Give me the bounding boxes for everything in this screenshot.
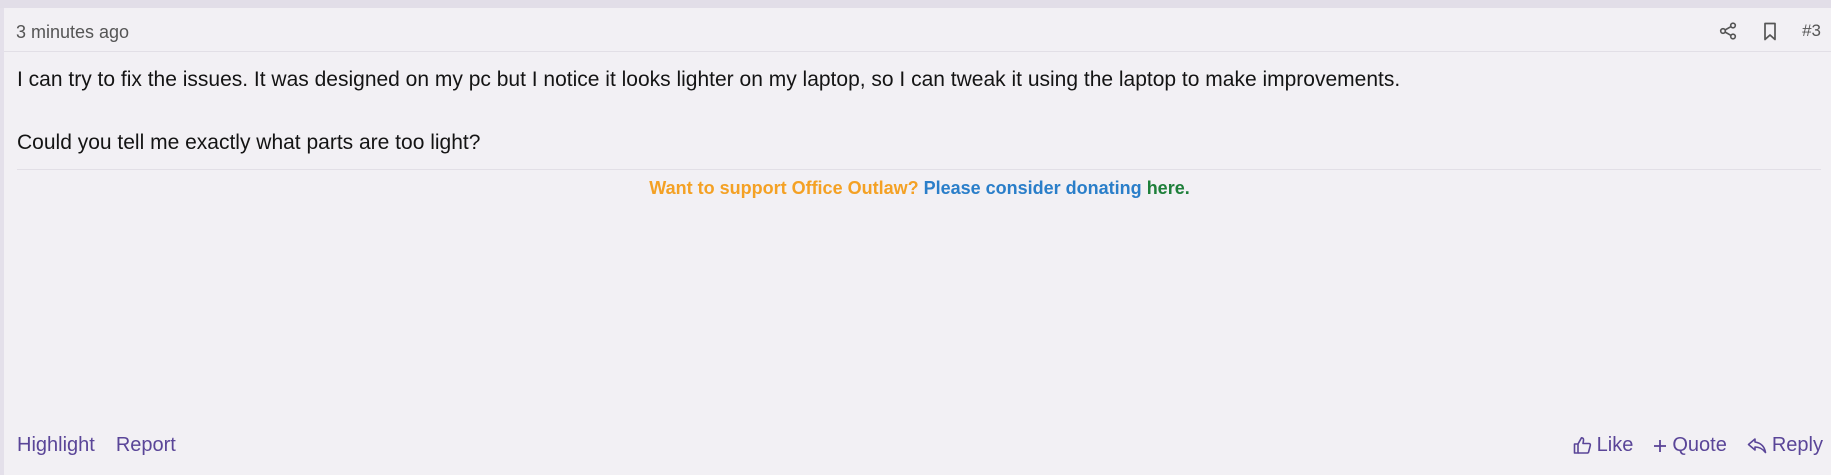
like-button[interactable]: Like xyxy=(1573,434,1634,457)
signature-text-orange: Want to support Office Outlaw? xyxy=(649,178,919,198)
reply-label: Reply xyxy=(1771,434,1823,456)
post-body: I can try to fix the issues. It was desi… xyxy=(17,64,1817,159)
quote-label: Quote xyxy=(1672,434,1727,456)
plus-icon xyxy=(1653,439,1667,453)
post-paragraph: I can try to fix the issues. It was desi… xyxy=(17,68,1401,91)
post-signature: Want to support Office Outlaw? Please co… xyxy=(4,178,1831,199)
bookmark-icon[interactable] xyxy=(1760,20,1780,42)
like-label: Like xyxy=(1596,434,1634,456)
reply-icon xyxy=(1747,437,1767,454)
post-footer: Highlight Report Like Quote Reply xyxy=(4,434,1831,464)
share-icon[interactable] xyxy=(1718,20,1738,42)
highlight-button[interactable]: Highlight xyxy=(17,434,95,457)
quote-button[interactable]: Quote xyxy=(1653,434,1727,457)
post-card: 3 minutes ago #3 I can try to fix the is… xyxy=(0,8,1831,475)
post-header-actions: #3 xyxy=(1718,20,1821,42)
signature-text-blue: Please consider donating xyxy=(923,178,1142,198)
signature-divider xyxy=(17,169,1821,170)
thumbs-up-icon xyxy=(1573,436,1592,455)
post-timestamp[interactable]: 3 minutes ago xyxy=(16,22,129,43)
footer-right-actions: Like Quote Reply xyxy=(1573,434,1823,457)
footer-left-actions: Highlight Report xyxy=(17,434,176,457)
post-header: 3 minutes ago #3 xyxy=(4,8,1831,52)
post-number-link[interactable]: #3 xyxy=(1802,21,1821,41)
reply-button[interactable]: Reply xyxy=(1747,434,1823,457)
top-strip xyxy=(0,0,1831,8)
report-button[interactable]: Report xyxy=(116,434,176,457)
post-paragraph: Could you tell me exactly what parts are… xyxy=(17,131,481,154)
donate-link[interactable]: here. xyxy=(1147,178,1190,198)
